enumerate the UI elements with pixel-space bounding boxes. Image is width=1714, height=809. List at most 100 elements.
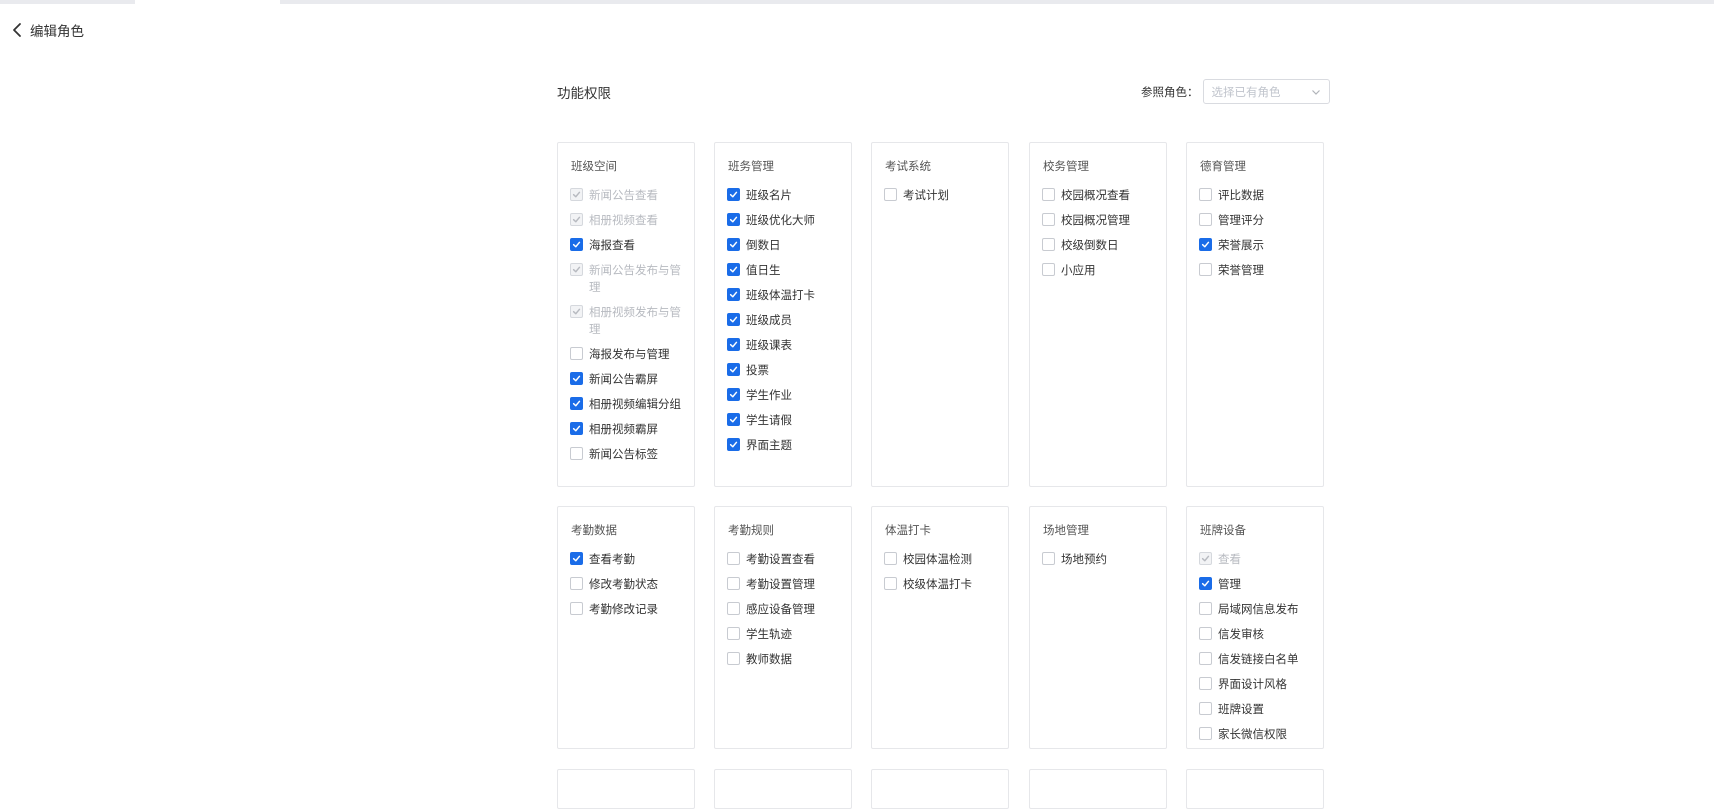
check-icon xyxy=(572,425,581,432)
checkbox[interactable] xyxy=(570,447,583,460)
checkbox[interactable] xyxy=(727,238,740,251)
checkbox[interactable] xyxy=(727,188,740,201)
permission-option[interactable]: 信发审核 xyxy=(1199,626,1313,643)
checkbox[interactable] xyxy=(1199,188,1212,201)
checkbox[interactable] xyxy=(727,288,740,301)
checkbox[interactable] xyxy=(1199,677,1212,690)
permission-option[interactable]: 班牌设置 xyxy=(1199,701,1313,718)
permission-option[interactable]: 考试计划 xyxy=(884,187,998,204)
checkbox[interactable] xyxy=(570,552,583,565)
checkbox[interactable] xyxy=(727,602,740,615)
permission-option[interactable]: 新闻公告霸屏 xyxy=(570,371,684,388)
checkbox[interactable] xyxy=(570,347,583,360)
permission-option[interactable]: 学生请假 xyxy=(727,412,841,429)
checkbox[interactable] xyxy=(884,188,897,201)
permission-option[interactable]: 考勤设置管理 xyxy=(727,576,841,593)
checkbox[interactable] xyxy=(727,338,740,351)
checkbox[interactable] xyxy=(727,388,740,401)
checkbox[interactable] xyxy=(1199,238,1212,251)
permission-option[interactable]: 教师数据 xyxy=(727,651,841,668)
checkbox[interactable] xyxy=(884,577,897,590)
permission-option[interactable]: 校级倒数日 xyxy=(1042,237,1156,254)
permission-option[interactable]: 考勤修改记录 xyxy=(570,601,684,618)
checkbox[interactable] xyxy=(1199,652,1212,665)
checkbox[interactable] xyxy=(1199,213,1212,226)
checkbox[interactable] xyxy=(1199,577,1212,590)
permission-option[interactable]: 学生作业 xyxy=(727,387,841,404)
option-label: 查看考勤 xyxy=(589,552,635,566)
checkbox[interactable] xyxy=(1199,602,1212,615)
permission-option[interactable]: 感应设备管理 xyxy=(727,601,841,618)
permission-option[interactable]: 界面设计风格 xyxy=(1199,676,1313,693)
checkbox[interactable] xyxy=(727,652,740,665)
permission-option[interactable]: 投票 xyxy=(727,362,841,379)
chevron-down-icon xyxy=(1311,89,1320,95)
checkbox[interactable] xyxy=(1199,627,1212,640)
checkbox[interactable] xyxy=(727,213,740,226)
permission-option[interactable]: 班级课表 xyxy=(727,337,841,354)
checkbox[interactable] xyxy=(1042,213,1055,226)
permission-option[interactable]: 查看考勤 xyxy=(570,551,684,568)
checkbox[interactable] xyxy=(727,627,740,640)
permission-option[interactable]: 校园体温检测 xyxy=(884,551,998,568)
permission-option[interactable]: 管理 xyxy=(1199,576,1313,593)
permission-option[interactable]: 校园概况管理 xyxy=(1042,212,1156,229)
option-label: 荣誉展示 xyxy=(1218,238,1264,252)
permission-option[interactable]: 班级体温打卡 xyxy=(727,287,841,304)
check-icon xyxy=(1201,555,1210,562)
checkbox[interactable] xyxy=(1042,238,1055,251)
active-tab[interactable] xyxy=(135,0,280,4)
permission-option[interactable]: 新闻公告标签 xyxy=(570,446,684,463)
permission-option[interactable]: 管理评分 xyxy=(1199,212,1313,229)
permission-option[interactable]: 场地预约 xyxy=(1042,551,1156,568)
permission-option[interactable]: 家长微信权限 xyxy=(1199,726,1313,743)
option-label: 校级倒数日 xyxy=(1061,238,1119,252)
checkbox[interactable] xyxy=(570,397,583,410)
permission-option[interactable]: 界面主题 xyxy=(727,437,841,454)
permission-option[interactable]: 班级名片 xyxy=(727,187,841,204)
checkbox[interactable] xyxy=(1199,263,1212,276)
permission-option[interactable]: 班级成员 xyxy=(727,312,841,329)
checkbox[interactable] xyxy=(884,552,897,565)
permission-option[interactable]: 校级体温打卡 xyxy=(884,576,998,593)
permission-option[interactable]: 班级优化大师 xyxy=(727,212,841,229)
permission-option[interactable]: 学生轨迹 xyxy=(727,626,841,643)
permission-option[interactable]: 海报发布与管理 xyxy=(570,346,684,363)
permission-option[interactable]: 局域网信息发布 xyxy=(1199,601,1313,618)
checkbox[interactable] xyxy=(727,313,740,326)
permission-option[interactable]: 相册视频编辑分组 xyxy=(570,396,684,413)
checkbox[interactable] xyxy=(1199,702,1212,715)
checkbox[interactable] xyxy=(1042,552,1055,565)
back-arrow-icon[interactable] xyxy=(10,22,24,38)
permission-option[interactable]: 考勤设置查看 xyxy=(727,551,841,568)
permission-option[interactable]: 校园概况查看 xyxy=(1042,187,1156,204)
permission-option[interactable]: 倒数日 xyxy=(727,237,841,254)
checkbox[interactable] xyxy=(727,363,740,376)
checkbox[interactable] xyxy=(727,438,740,451)
permission-option[interactable]: 修改考勤状态 xyxy=(570,576,684,593)
permission-option[interactable]: 评比数据 xyxy=(1199,187,1313,204)
checkbox[interactable] xyxy=(727,577,740,590)
checkbox[interactable] xyxy=(727,263,740,276)
check-icon xyxy=(729,391,738,398)
permission-option[interactable]: 小应用 xyxy=(1042,262,1156,279)
permission-option[interactable]: 荣誉管理 xyxy=(1199,262,1313,279)
checkbox[interactable] xyxy=(1042,263,1055,276)
checkbox[interactable] xyxy=(1199,727,1212,740)
checkbox[interactable] xyxy=(570,372,583,385)
checkbox[interactable] xyxy=(727,552,740,565)
checkbox[interactable] xyxy=(570,422,583,435)
page-header[interactable]: 编辑角色 xyxy=(10,20,84,40)
permission-option[interactable]: 相册视频霸屏 xyxy=(570,421,684,438)
option-label: 校园概况查看 xyxy=(1061,188,1130,202)
checkbox[interactable] xyxy=(570,602,583,615)
checkbox[interactable] xyxy=(727,413,740,426)
permission-option[interactable]: 海报查看 xyxy=(570,237,684,254)
checkbox[interactable] xyxy=(570,577,583,590)
checkbox[interactable] xyxy=(570,238,583,251)
checkbox[interactable] xyxy=(1042,188,1055,201)
reference-role-select[interactable]: 选择已有角色 xyxy=(1202,79,1330,104)
permission-option[interactable]: 值日生 xyxy=(727,262,841,279)
permission-option[interactable]: 荣誉展示 xyxy=(1199,237,1313,254)
permission-option[interactable]: 信发链接白名单 xyxy=(1199,651,1313,668)
